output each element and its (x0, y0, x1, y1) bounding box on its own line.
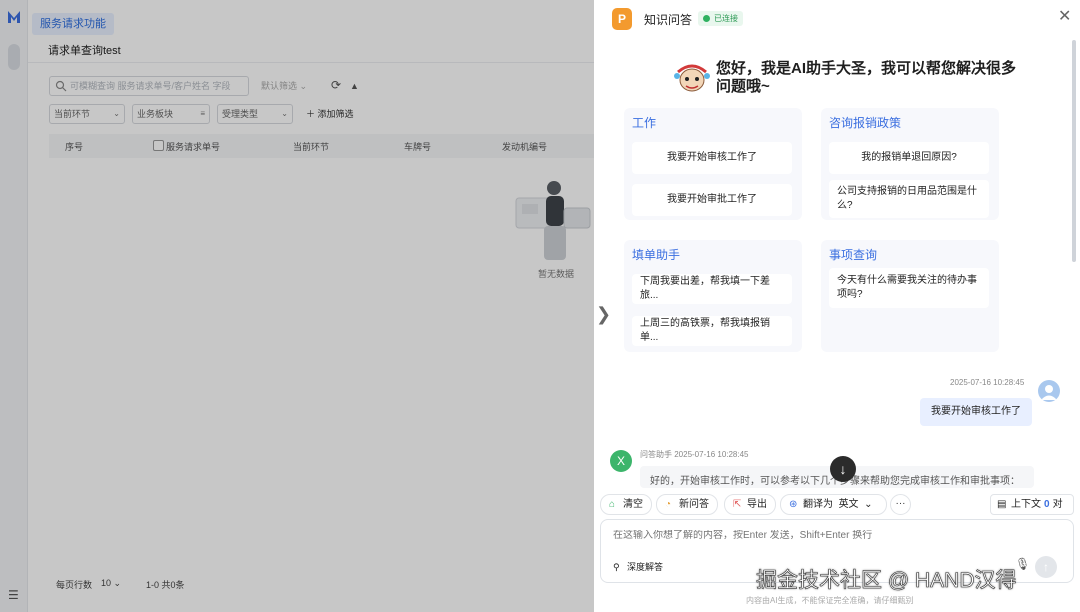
send-arrow-icon: ↑ (1043, 560, 1049, 574)
scrollbar[interactable] (1072, 40, 1076, 262)
chevron-down-icon: ⌄ (864, 499, 873, 510)
category-card-reimbursement-policy: 咨询报销政策 我的报销单退回原因? 公司支持报销的日用品范围是什么? (821, 108, 999, 220)
user-avatar-icon (1041, 385, 1057, 400)
category-title: 工作 (632, 116, 657, 130)
export-label: 导出 (747, 499, 767, 510)
drawer-title: 知识问答 (644, 13, 693, 27)
chat-icon: ◔ (665, 499, 672, 510)
context-count: 0 (1044, 499, 1050, 510)
knowledge-qa-drawer: P 知识问答 已连接 ✕ 您好，我是AI助手大圣，我可以帮您解决很多问题哦~ 工… (594, 0, 1080, 612)
more-options-button[interactable]: ··· (890, 494, 911, 515)
context-button[interactable]: ▤ 上下文 0 对 (990, 494, 1074, 515)
close-icon[interactable]: ✕ (1058, 9, 1071, 25)
new-qa-button[interactable]: ◔ 新问答 (656, 494, 718, 515)
suggested-question[interactable]: 我要开始审核工作了 (632, 142, 792, 174)
suggested-question[interactable]: 下周我要出差，帮我填一下差旅... (632, 274, 792, 304)
chat-input[interactable] (613, 530, 1053, 541)
category-card-work: 工作 我要开始审核工作了 我要开始审批工作了 (624, 108, 802, 220)
language-value: 英文 (838, 499, 859, 510)
export-icon: ⇱ (733, 499, 742, 510)
watermark: 掘金技术社区 @ HAND汉得 (756, 569, 1017, 593)
translate-label: 翻译为 (803, 499, 833, 510)
collapse-drawer-chevron-icon[interactable]: ❯ (596, 304, 611, 325)
category-card-item-query: 事项查询 今天有什么需要我关注的待办事项吗? (821, 240, 999, 352)
broom-icon: ⌂ (609, 499, 616, 510)
translate-icon: ⊛ (789, 499, 798, 510)
deep-answer-label: 深度解答 (627, 562, 664, 572)
scroll-to-bottom-icon[interactable]: ↓ (830, 456, 856, 482)
clear-label: 清空 (623, 499, 643, 510)
bot-avatar: X (610, 450, 632, 472)
assistant-logo-icon: P (612, 8, 632, 30)
mascot-icon (674, 64, 710, 92)
lightbulb-icon: ⚲ (613, 562, 620, 572)
context-label: 上下文 (1011, 499, 1041, 510)
user-avatar (1038, 380, 1060, 402)
status-check-icon (703, 15, 710, 22)
message-timestamp: 2025-07-16 10:28:45 (950, 378, 1025, 387)
category-title: 事项查询 (829, 248, 878, 262)
clear-button[interactable]: ⌂ 清空 (600, 494, 652, 515)
drawer-header: P 知识问答 已连接 ✕ (594, 0, 1080, 38)
greeting-text: 您好，我是AI助手大圣，我可以帮您解决很多问题哦~ (716, 60, 1017, 95)
status-text: 已连接 (714, 14, 738, 23)
background-app: ☰ 服务请求功能 请求单查询test 可模糊查询 服务请求单号/客户姓名 字段 … (0, 0, 594, 612)
suggested-question[interactable]: 我要开始审批工作了 (632, 184, 792, 216)
category-card-form-assistant: 填单助手 下周我要出差，帮我填一下差旅... 上周三的高铁票，帮我填报销单... (624, 240, 802, 352)
context-suffix: 对 (1052, 499, 1063, 510)
modal-overlay[interactable] (0, 0, 594, 612)
export-button[interactable]: ⇱ 导出 (724, 494, 776, 515)
suggested-question[interactable]: 今天有什么需要我关注的待办事项吗? (829, 268, 989, 308)
document-icon: ▤ (997, 499, 1007, 510)
category-title: 咨询报销政策 (829, 116, 902, 130)
user-message-bubble: 我要开始审核工作了 (920, 398, 1032, 426)
suggested-question[interactable]: 上周三的高铁票，帮我填报销单... (632, 316, 792, 346)
suggested-question[interactable]: 我的报销单退回原因? (829, 142, 989, 174)
category-title: 填单助手 (632, 248, 681, 262)
ai-disclaimer: 内容由AI生成，不能保证完全准确，请仔细甄别 (746, 596, 914, 605)
send-button[interactable]: ↑ (1035, 556, 1057, 578)
new-qa-label: 新问答 (679, 499, 709, 510)
connection-status-badge: 已连接 (698, 11, 743, 26)
suggested-question[interactable]: 公司支持报销的日用品范围是什么? (829, 180, 989, 218)
translate-select[interactable]: ⊛ 翻译为 英文 ⌄ (780, 494, 887, 515)
deep-answer-toggle[interactable]: ⚲ 深度解答 (613, 558, 663, 576)
microphone-icon[interactable]: 🎙 (1015, 557, 1030, 571)
bot-message-meta: 问答助手 2025-07-16 10:28:45 (640, 450, 749, 459)
